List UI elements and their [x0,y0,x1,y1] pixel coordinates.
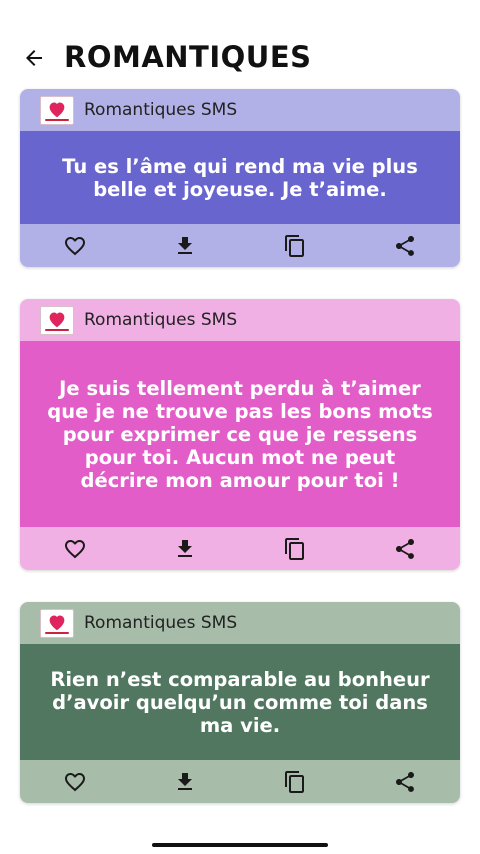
message-card: Romantiques SMS Je suis tellement perdu … [20,299,460,570]
copy-icon [285,770,304,793]
card-body: Je suis tellement perdu à t’aimer que je… [20,341,460,527]
message-text: Je suis tellement perdu à t’aimer que je… [47,376,433,492]
app-name-label: Romantiques SMS [84,310,238,330]
card-header: Romantiques SMS [20,299,460,341]
arrow-left-icon [26,50,42,66]
message-card: Romantiques SMS Tu es l’âme qui rend ma … [20,89,460,267]
app-bar: ROMANTIQUES [0,0,480,90]
copy-button[interactable] [240,760,350,803]
heart-outline-icon [65,772,85,791]
download-icon [178,772,192,790]
card-body: Tu es l’âme qui rend ma vie plus belle e… [20,131,460,224]
app-name-label: Romantiques SMS [84,613,238,633]
message-card: Romantiques SMS Rien n’est comparable au… [20,602,460,803]
heart-outline-icon [65,539,85,558]
download-button[interactable] [130,224,240,267]
back-button[interactable] [18,42,50,74]
download-button[interactable] [130,527,240,570]
heart-logo-icon [49,311,65,327]
page-title: ROMANTIQUES [64,40,312,74]
heart-logo-icon [49,101,65,117]
app-logo [40,305,74,335]
heart-logo-icon [49,614,65,630]
home-indicator[interactable] [152,843,328,847]
message-text: Tu es l’âme qui rend ma vie plus belle e… [62,154,418,201]
share-button[interactable] [350,224,460,267]
download-button[interactable] [130,760,240,803]
copy-button[interactable] [240,224,350,267]
download-icon [178,236,192,254]
heart-outline-icon [65,236,85,255]
copy-icon [285,234,304,257]
app-logo [40,608,74,638]
message-text: Rien n’est comparable au bonheur d’avoir… [50,667,430,737]
share-icon [396,235,414,256]
card-actions [20,760,460,803]
share-button[interactable] [350,527,460,570]
share-icon [396,771,414,792]
favorite-button[interactable] [20,760,130,803]
favorite-button[interactable] [20,224,130,267]
share-icon [396,538,414,559]
card-header: Romantiques SMS [20,89,460,131]
copy-button[interactable] [240,527,350,570]
copy-icon [285,537,304,560]
card-actions [20,224,460,267]
favorite-button[interactable] [20,527,130,570]
card-header: Romantiques SMS [20,602,460,644]
card-actions [20,527,460,570]
card-body: Rien n’est comparable au bonheur d’avoir… [20,644,460,760]
app-logo [40,95,74,125]
share-button[interactable] [350,760,460,803]
download-icon [178,539,192,557]
app-name-label: Romantiques SMS [84,100,238,120]
